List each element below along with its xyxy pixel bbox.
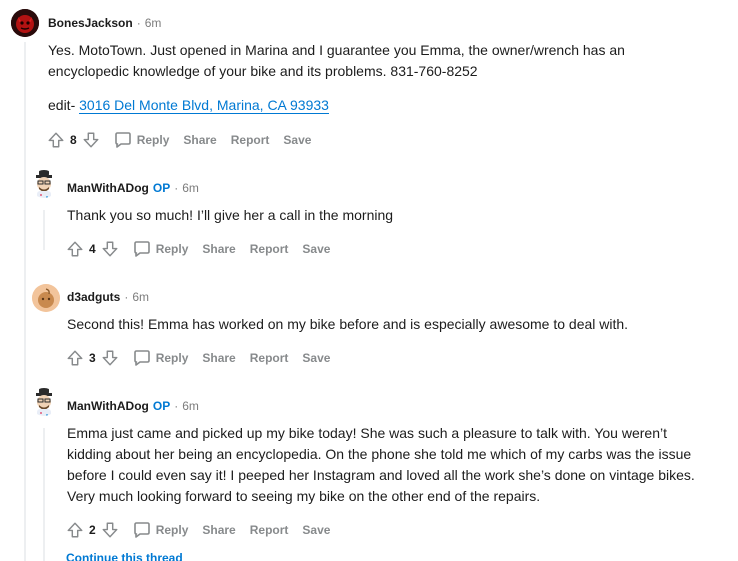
thread-line[interactable] xyxy=(43,210,45,250)
comment-actions: 4 Reply Share Report Save xyxy=(65,237,330,261)
comment-icon xyxy=(114,132,131,148)
report-button[interactable]: Report xyxy=(250,242,289,256)
username[interactable]: ManWithADog xyxy=(67,181,149,195)
reply-button[interactable]: Reply xyxy=(132,348,189,368)
timestamp[interactable]: 6m xyxy=(182,399,199,413)
comment-text: Thank you so much! I’ll give her a call … xyxy=(67,207,394,223)
username[interactable]: ManWithADog xyxy=(67,399,149,413)
save-button[interactable]: Save xyxy=(302,351,330,365)
op-badge: OP xyxy=(152,181,171,195)
report-button[interactable]: Report xyxy=(231,133,270,147)
separator-dot: · xyxy=(124,290,129,304)
reply-label: Reply xyxy=(136,133,170,147)
comment-icon xyxy=(133,241,150,257)
timestamp[interactable]: 6m xyxy=(132,290,149,304)
separator-dot: · xyxy=(136,16,141,30)
report-button[interactable]: Report xyxy=(250,351,289,365)
avatar-image xyxy=(36,388,52,416)
upvote-icon[interactable] xyxy=(46,130,66,150)
avatar[interactable] xyxy=(30,388,58,416)
downvote-icon[interactable] xyxy=(81,130,101,150)
upvote-icon[interactable] xyxy=(65,348,85,368)
downvote-icon[interactable] xyxy=(100,520,120,540)
reply-label: Reply xyxy=(155,523,189,537)
reply-label: Reply xyxy=(155,242,189,256)
comment-edit-line: edit- 3016 Del Monte Blvd, Marina, CA 93… xyxy=(48,95,688,116)
comment-text: Yes. MotoTown. Just opened in Marina and… xyxy=(48,42,625,79)
comment-body: Second this! Emma has worked on my bike … xyxy=(67,314,707,335)
vote-score: 8 xyxy=(70,133,77,147)
comment-meta: BonesJackson · 6m xyxy=(48,16,161,30)
comment-actions: 8 Reply Share Report Save xyxy=(46,128,311,152)
edit-prefix: edit- xyxy=(48,97,76,113)
reply-button[interactable]: Reply xyxy=(132,239,189,259)
reply-label: Reply xyxy=(155,351,189,365)
vote-score: 4 xyxy=(89,242,96,256)
save-button[interactable]: Save xyxy=(302,523,330,537)
timestamp[interactable]: 6m xyxy=(182,181,199,195)
comment-body: Emma just came and picked up my bike tod… xyxy=(67,423,707,507)
avatar[interactable] xyxy=(30,170,58,198)
separator-dot: · xyxy=(174,399,179,413)
comment-icon xyxy=(133,522,150,538)
save-button[interactable]: Save xyxy=(283,133,311,147)
share-button[interactable]: Share xyxy=(202,351,235,365)
save-button[interactable]: Save xyxy=(302,242,330,256)
report-button[interactable]: Report xyxy=(250,523,289,537)
username[interactable]: BonesJackson xyxy=(48,16,133,30)
comment-meta: ManWithADog OP · 6m xyxy=(67,399,199,413)
avatar[interactable] xyxy=(11,9,39,37)
comment-body: Yes. MotoTown. Just opened in Marina and… xyxy=(48,40,688,116)
comment-meta: ManWithADog OP · 6m xyxy=(67,181,199,195)
separator-dot: · xyxy=(174,181,179,195)
avatar[interactable] xyxy=(32,284,60,312)
share-button[interactable]: Share xyxy=(183,133,216,147)
comment-icon xyxy=(133,350,150,366)
username[interactable]: d3adguts xyxy=(67,290,120,304)
comment-text: Second this! Emma has worked on my bike … xyxy=(67,316,629,332)
upvote-icon[interactable] xyxy=(65,239,85,259)
timestamp[interactable]: 6m xyxy=(145,16,162,30)
vote-score: 3 xyxy=(89,351,96,365)
op-badge: OP xyxy=(152,399,171,413)
comment-meta: d3adguts · 6m xyxy=(67,290,149,304)
comment-actions: 2 Reply Share Report Save xyxy=(65,518,330,542)
vote-score: 2 xyxy=(89,523,96,537)
comment-actions: 3 Reply Share Report Save xyxy=(65,346,330,370)
downvote-icon[interactable] xyxy=(100,239,120,259)
continue-thread-link[interactable]: Continue this thread xyxy=(66,551,183,561)
comment-text: Emma just came and picked up my bike tod… xyxy=(67,425,695,504)
reply-button[interactable]: Reply xyxy=(132,520,189,540)
avatar-image xyxy=(11,9,39,37)
downvote-icon[interactable] xyxy=(100,348,120,368)
reply-button[interactable]: Reply xyxy=(113,130,170,150)
avatar-image xyxy=(32,284,60,312)
thread-line[interactable] xyxy=(43,428,45,561)
thread-line[interactable] xyxy=(24,42,26,561)
upvote-icon[interactable] xyxy=(65,520,85,540)
comment-body: Thank you so much! I’ll give her a call … xyxy=(67,205,707,226)
share-button[interactable]: Share xyxy=(202,242,235,256)
avatar-image xyxy=(36,170,52,198)
share-button[interactable]: Share xyxy=(202,523,235,537)
address-link[interactable]: 3016 Del Monte Blvd, Marina, CA 93933 xyxy=(79,97,329,114)
